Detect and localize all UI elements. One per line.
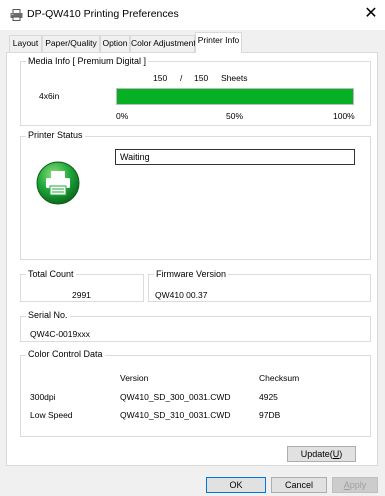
media-progress-fill	[117, 89, 353, 104]
apply-button[interactable]: Apply	[332, 477, 378, 493]
row-checksum: 4925	[259, 392, 278, 402]
update-button[interactable]: Update(U)	[287, 446, 356, 462]
row-checksum: 97DB	[259, 410, 281, 420]
column-header-checksum: Checksum	[259, 373, 300, 383]
media-total-count: 150	[194, 73, 209, 83]
tab-color-adjustment[interactable]: Color Adjustment	[130, 35, 196, 52]
total-count-legend: Total Count	[26, 269, 76, 279]
progress-label-50: 50%	[226, 111, 244, 121]
serial-number-legend: Serial No.	[26, 310, 70, 320]
media-count-separator: /	[180, 73, 183, 83]
media-count-unit: Sheets	[221, 73, 248, 83]
window-title: DP-QW410 Printing Preferences	[27, 8, 179, 20]
tab-layout[interactable]: Layout	[9, 35, 42, 52]
apply-label-rest: pply	[349, 480, 367, 490]
media-info-legend: Media Info [ Premium Digital ]	[26, 56, 149, 66]
printer-icon	[10, 9, 23, 21]
tab-option[interactable]: Option	[100, 35, 130, 52]
update-label-suffix: )	[339, 449, 343, 459]
progress-label-100: 100%	[333, 111, 355, 121]
row-label: Low Speed	[30, 410, 73, 420]
ok-button[interactable]: OK	[206, 477, 266, 493]
row-label: 300dpi	[30, 392, 56, 402]
media-remaining-count: 150	[153, 73, 168, 83]
update-label-prefix: Update(	[300, 449, 333, 459]
row-version: QW410_SD_300_0031.CWD	[120, 392, 231, 402]
close-button[interactable]: ✕	[360, 4, 382, 26]
serial-number-value: QW4C-0019xxx	[30, 329, 90, 339]
tab-paper-quality[interactable]: Paper/Quality	[42, 35, 100, 52]
column-header-version: Version	[120, 373, 149, 383]
printer-ready-icon	[36, 161, 80, 205]
status-text-box: Waiting	[115, 149, 355, 165]
media-progress-bar	[116, 88, 354, 105]
progress-label-0: 0%	[116, 111, 129, 121]
tab-printer-info[interactable]: Printer Info	[195, 32, 242, 53]
row-version: QW410_SD_310_0031.CWD	[120, 410, 231, 420]
color-control-legend: Color Control Data	[26, 349, 105, 359]
firmware-version-value: QW410 00.37	[155, 290, 208, 300]
firmware-version-legend: Firmware Version	[154, 269, 229, 279]
printer-status-legend: Printer Status	[26, 130, 85, 140]
total-count-value: 2991	[72, 290, 91, 300]
media-size: 4x6in	[39, 91, 60, 101]
cancel-button[interactable]: Cancel	[271, 477, 327, 493]
